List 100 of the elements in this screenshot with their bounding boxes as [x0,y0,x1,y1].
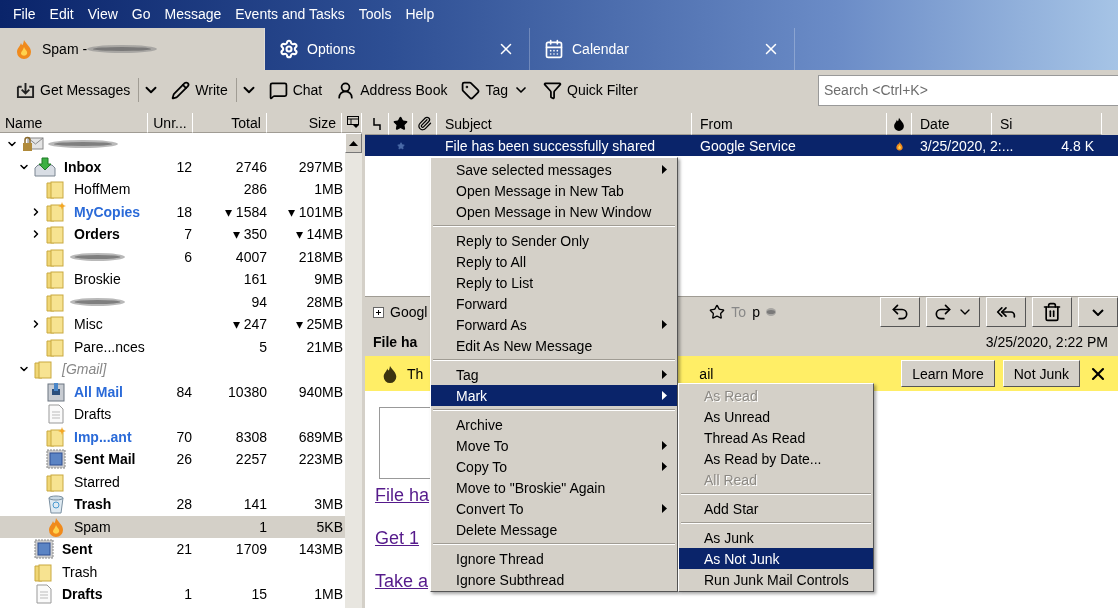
menu-item[interactable]: Delete Message [431,519,677,540]
menu-item[interactable]: Convert To [431,498,677,519]
folder-row[interactable]: HoffMem 286 1MB [0,178,345,201]
menu-item[interactable]: As Read by Date... [679,448,873,469]
message-row[interactable]: File has been successfully shared Google Service 3/25/2020, 2:... 4.8 K [365,135,1118,156]
folder-name: Orders [74,226,120,243]
reply-all-button[interactable] [986,297,1026,328]
unread-count: 84 [176,383,192,400]
menu-item[interactable]: As Junk [679,527,873,548]
menu-item[interactable]: Thread As Read [679,427,873,448]
expand-box-icon[interactable] [373,306,384,318]
folder-row[interactable]: Starred [0,470,345,493]
total-count: 1709 [235,541,267,558]
junk-bar-button[interactable]: Not Junk [1002,360,1080,388]
total-count: 1 [259,518,267,535]
menu-item[interactable]: As Not Junk [679,548,873,569]
person-icon [336,80,356,100]
folder-size: 223MB [298,451,343,468]
menu-title[interactable]: Go [124,6,158,22]
star-icon [393,116,408,131]
tab[interactable]: Options [265,28,530,70]
menu-item[interactable]: Reply to All [431,251,677,272]
submenu-arrow-icon [662,370,667,379]
menu-item[interactable]: Add Star [679,498,873,519]
menu-item[interactable]: Tag [431,364,677,385]
folder-row[interactable]: All Mail 84 10380 940MB [0,380,345,403]
menu-item[interactable]: Mark [431,385,677,406]
menu-item[interactable]: Archive [431,414,677,435]
unread-count: 6 [184,248,192,265]
search-field[interactable]: Search <Ctrl+K> [818,74,1118,106]
menu-title[interactable]: Help [398,6,442,22]
menu-item[interactable]: Reply to List [431,272,677,293]
stamp-icon [34,539,54,560]
folder-row[interactable]: [Gmail] [0,358,345,381]
toolbar-button[interactable]: Quick Filter [537,76,644,104]
tab[interactable]: Spam - [0,28,265,70]
folder-row[interactable]: MyCopies 18 ▾ 1584 ▾ 101MB [0,200,345,223]
folder-row[interactable]: Orders 7 ▾ 350 ▾ 14MB [0,223,345,246]
folder-name: Sent [62,541,93,558]
folder-row[interactable]: Misc ▾ 247 ▾ 25MB [0,313,345,336]
folder-icon [46,314,66,335]
menu-title[interactable]: Tools [351,6,399,22]
tab-label: Spam - [42,41,88,57]
toolbar-button[interactable]: Address Book [330,76,454,104]
total-count: 94 [251,293,267,310]
folder-row[interactable]: Trash 28 141 3MB [0,493,345,516]
folder-size: 21MB [306,338,343,355]
total-count: ▾ 247 [232,316,267,333]
folder-row[interactable]: Sent 21 1709 143MB [0,538,345,561]
delete-button[interactable] [1032,297,1072,328]
menu-item[interactable]: Open Message in New Window [431,201,677,222]
forward-button[interactable] [926,297,980,328]
toolbar-button[interactable]: Get Messages [10,76,137,104]
mail-account-icon [22,135,44,154]
folder-row[interactable]: Imp...ant 70 8308 689MB [0,425,345,448]
menu-title[interactable]: File [6,6,43,22]
scrollbar[interactable] [345,133,362,608]
menu-item[interactable]: Forward As [431,314,677,335]
folder-name: Drafts [62,586,103,603]
junk-bar-button[interactable]: Learn More [901,360,995,388]
caret-icon [1092,308,1104,316]
unread-count: 26 [176,451,192,468]
menu-title[interactable]: Message [157,6,229,22]
folder-row[interactable]: Pare...nces 5 21MB [0,335,345,358]
blurred-text [765,306,776,319]
menu-item[interactable]: Forward [431,293,677,314]
menu-item[interactable]: Edit As New Message [431,335,677,356]
tab[interactable]: Calendar [530,28,795,70]
menu-title[interactable]: Edit [42,6,81,22]
menu-item[interactable]: Ignore Subthread [431,569,677,590]
folder-size: 143MB [298,541,343,558]
toolbar-button[interactable]: Tag [455,76,535,104]
toolbar-button[interactable]: Chat [262,76,329,104]
more-button[interactable] [1078,297,1118,328]
menu-item[interactable]: Copy To [431,456,677,477]
folder-icon [46,224,66,245]
folder-name: HoffMem [74,181,131,198]
menu-title[interactable]: View [80,6,125,22]
menu-item[interactable]: Run Junk Mail Controls [679,569,873,590]
folder-row[interactable]: Drafts [0,403,345,426]
reply-button[interactable] [880,297,920,328]
menu-item[interactable]: Move To [431,435,677,456]
folder-row[interactable]: 6 4007 218MB [0,245,345,268]
menu-item[interactable]: As Unread [679,406,873,427]
folder-name: Sent Mail [74,451,136,468]
menu-title[interactable]: Events and Tasks [228,6,352,22]
folder-row[interactable]: Trash [0,560,345,583]
menu-item[interactable]: Ignore Thread [431,548,677,569]
menu-item[interactable]: Save selected messages [431,159,677,180]
folder-row[interactable]: Sent Mail 26 2257 223MB [0,448,345,471]
folder-row[interactable]: Spam 1 5KB [0,515,345,538]
folder-row[interactable]: Drafts 1 15 1MB [0,583,345,606]
toolbar-button[interactable]: Write [165,76,234,104]
star-icon[interactable] [709,304,726,321]
menu-item[interactable]: Open Message in New Tab [431,180,677,201]
folder-row[interactable]: 94 28MB [0,290,345,313]
folder-row[interactable]: Broskie 161 9MB [0,268,345,291]
menu-item[interactable]: Move to "Broskie" Again [431,477,677,498]
menu-item[interactable]: Reply to Sender Only [431,230,677,251]
folder-row[interactable]: Inbox 12 2746 297MB [0,155,345,178]
